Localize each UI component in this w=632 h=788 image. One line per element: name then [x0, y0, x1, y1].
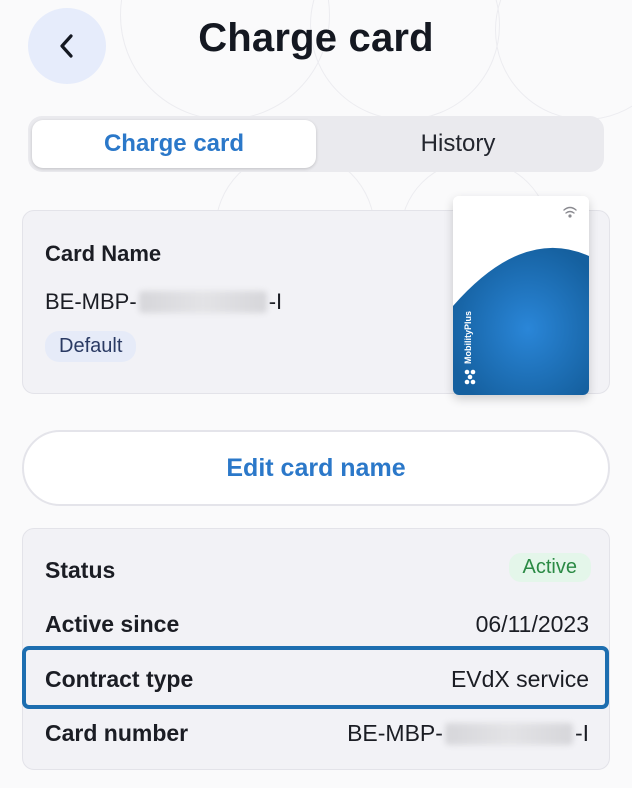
- card-number-suffix: -I: [574, 720, 589, 746]
- edit-card-name-button[interactable]: Edit card name: [22, 430, 610, 506]
- default-badge: Default: [45, 331, 137, 362]
- tab-history[interactable]: History: [316, 120, 600, 168]
- tab-bar: Charge card History: [28, 116, 604, 172]
- redacted-text: [444, 722, 573, 745]
- card-details-panel: Status Active Active since 06/11/2023 Co…: [22, 528, 610, 770]
- card-number-label: Card number: [45, 720, 189, 746]
- contract-type-value: EVdX service: [450, 666, 589, 692]
- status-label: Status: [45, 557, 116, 583]
- tab-charge-card[interactable]: Charge card: [32, 120, 316, 168]
- redacted-text: [138, 291, 267, 313]
- status-row: Status Active: [23, 543, 611, 597]
- card-name-label: Card Name: [45, 241, 162, 266]
- card-number-value: BE-MBP- -I: [347, 720, 589, 747]
- card-name-value: BE-MBP- -I: [45, 289, 282, 315]
- active-since-value: 06/11/2023: [475, 611, 589, 637]
- card-number-prefix: BE-MBP-: [347, 720, 443, 746]
- active-since-label: Active since: [45, 611, 180, 637]
- contract-type-label: Contract type: [45, 666, 194, 692]
- charge-card-image: MobilityPlus: [453, 196, 589, 395]
- card-name-prefix: BE-MBP-: [45, 289, 137, 314]
- active-since-row: Active since 06/11/2023: [23, 597, 611, 651]
- card-number-row: Card number BE-MBP- -I: [23, 706, 611, 760]
- contract-type-row: Contract type EVdX service: [23, 652, 611, 706]
- status-badge: Active: [508, 553, 591, 582]
- card-brand-text: MobilityPlus: [463, 311, 473, 364]
- header: Charge card: [0, 0, 632, 100]
- card-name-suffix: -I: [268, 289, 283, 314]
- page-title: Charge card: [198, 16, 434, 60]
